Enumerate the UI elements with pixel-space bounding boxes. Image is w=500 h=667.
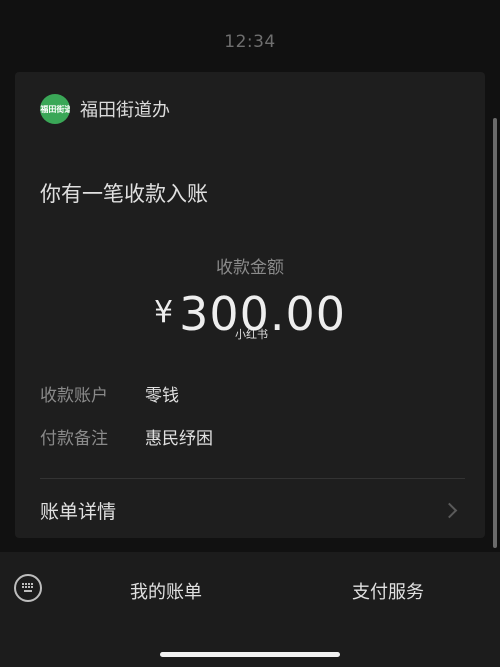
currency-symbol: ¥ bbox=[153, 295, 174, 330]
menu-payment-services[interactable]: 支付服务 bbox=[352, 578, 424, 604]
sender-name: 福田街道办 bbox=[80, 100, 170, 121]
status-time: 12:34 bbox=[224, 32, 276, 52]
home-indicator[interactable] bbox=[160, 652, 340, 657]
receive-account-value: 零钱 bbox=[145, 386, 179, 406]
menu-my-bills[interactable]: 我的账单 bbox=[130, 578, 202, 604]
bottom-menu-bar: 我的账单 支付服务 bbox=[0, 552, 500, 667]
amount-label: 收款金额 bbox=[216, 258, 284, 278]
scrollbar[interactable] bbox=[493, 118, 497, 548]
payment-notification-card: i福田街道 福田街道办 你有一笔收款入账 收款金额 ¥300.00 小红书 收款… bbox=[15, 72, 485, 538]
avatar: i福田街道 bbox=[40, 94, 70, 124]
receive-account-label: 收款账户 bbox=[40, 386, 108, 406]
payment-note-row: 付款备注 惠民纾困 bbox=[40, 424, 213, 449]
watermark-text: 小红书 bbox=[235, 328, 268, 341]
keyboard-icon[interactable] bbox=[14, 574, 42, 602]
card-header[interactable]: i福田街道 福田街道办 bbox=[40, 92, 170, 126]
divider bbox=[40, 478, 465, 479]
bill-details-link[interactable]: 账单详情 bbox=[40, 490, 465, 530]
bill-details-label: 账单详情 bbox=[40, 500, 117, 523]
payment-note-label: 付款备注 bbox=[40, 429, 108, 449]
payment-note-value: 惠民纾困 bbox=[145, 429, 213, 449]
receive-account-row: 收款账户 零钱 bbox=[40, 381, 179, 406]
chevron-right-icon bbox=[441, 502, 458, 518]
notification-title: 你有一笔收款入账 bbox=[40, 182, 208, 206]
